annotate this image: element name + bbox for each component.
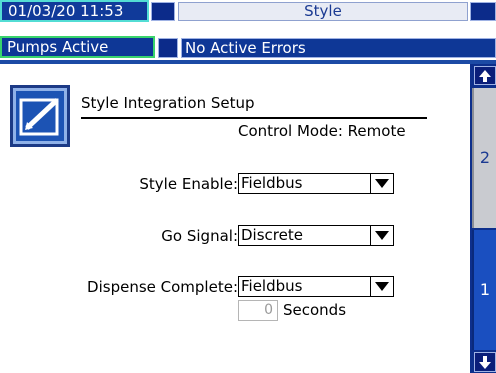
dispense-complete-label: Dispense Complete: [87, 278, 238, 296]
arrow-up-icon[interactable] [474, 66, 496, 85]
style-enable-label: Style Enable: [139, 175, 238, 193]
go-signal-value: Discrete [241, 226, 303, 244]
error-status: No Active Errors [181, 38, 496, 58]
setup-edit-icon[interactable] [10, 85, 70, 147]
dispense-complete-value: Fieldbus [241, 277, 303, 295]
chevron-down-icon[interactable] [370, 174, 393, 193]
page-tab-2[interactable]: 2 [472, 88, 496, 228]
chevron-down-icon[interactable] [370, 226, 393, 245]
datetime-display: 01/03/20 11:53 [0, 0, 149, 22]
style-enable-select[interactable]: Fieldbus [238, 173, 394, 194]
setup-title: Style Integration Setup [81, 94, 255, 112]
dispense-complete-select[interactable]: Fieldbus [238, 276, 394, 297]
header-indicator-1 [151, 2, 175, 21]
chevron-down-icon[interactable] [370, 277, 393, 296]
status-indicator [158, 38, 178, 58]
style-enable-value: Fieldbus [241, 174, 303, 192]
edit-pencil-icon [19, 98, 59, 136]
screen-title: Style [178, 2, 468, 21]
seconds-input[interactable]: 0 [238, 300, 278, 321]
header-indicator-2 [470, 2, 496, 21]
arrow-down-icon[interactable] [474, 352, 496, 372]
go-signal-label: Go Signal: [161, 227, 238, 245]
page-tab-1[interactable]: 1 [472, 230, 496, 350]
go-signal-select[interactable]: Discrete [238, 225, 394, 246]
system-status: Pumps Active [0, 36, 155, 58]
seconds-label: Seconds [283, 301, 347, 319]
control-mode-text: Control Mode: Remote [238, 122, 406, 140]
title-divider [81, 117, 427, 119]
